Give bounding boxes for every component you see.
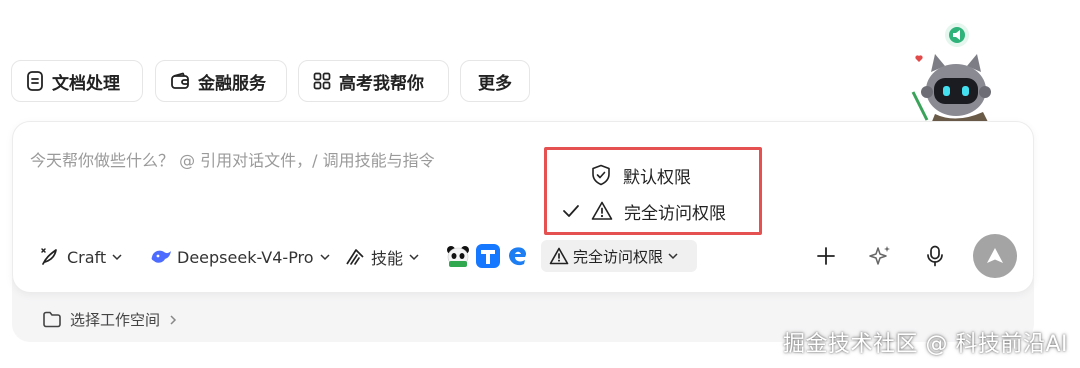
skills-icon	[346, 249, 364, 265]
send-arrow-icon	[987, 248, 1003, 263]
permission-label: 完全访问权限	[573, 247, 664, 266]
grid-icon	[313, 72, 331, 90]
send-button[interactable]	[973, 234, 1017, 278]
permission-menu: 默认权限 完全访问权限	[544, 147, 762, 235]
watermark: 掘金技术社区 @ 科技前沿AI	[782, 332, 1068, 357]
deepseek-whale-icon	[151, 250, 171, 263]
craft-icon	[41, 248, 57, 265]
folder-icon	[43, 311, 61, 328]
document-icon	[27, 71, 43, 91]
mode-label: Craft	[67, 247, 107, 267]
quick-action-more[interactable]: 更多	[460, 60, 530, 102]
composer-input[interactable]: 今天帮你做些什么？ @ 引用对话文件，/ 调用技能与指令	[30, 147, 435, 171]
chevron-right-icon	[170, 314, 177, 325]
chevron-down-icon	[668, 253, 678, 260]
panda-app-icon[interactable]	[446, 244, 470, 268]
quick-action-gaokao[interactable]: 高考我帮你	[298, 60, 449, 102]
quick-action-label: 金融服务	[198, 73, 266, 94]
quick-action-label: 文档处理	[52, 73, 120, 94]
warning-icon	[591, 201, 613, 220]
plus-icon	[817, 247, 835, 265]
menu-item-full-access[interactable]: 完全访问权限	[547, 196, 726, 226]
permission-selector[interactable]: 完全访问权限	[541, 240, 697, 272]
menu-item-label: 默认权限	[623, 167, 691, 188]
voice-input-button[interactable]	[917, 238, 953, 274]
blue-swirl-app-icon[interactable]	[506, 244, 530, 268]
menu-item-label: 完全访问权限	[624, 203, 726, 224]
quick-action-finance[interactable]: 金融服务	[155, 60, 287, 102]
workspace-label: 选择工作空间	[70, 311, 161, 329]
microphone-icon	[927, 245, 943, 267]
model-selector[interactable]: Deepseek-V4-Pro	[150, 241, 331, 273]
menu-item-default-permission[interactable]: 默认权限	[547, 160, 691, 190]
skills-label: 技能	[371, 249, 404, 268]
wallet-icon	[171, 72, 189, 89]
checkmark-icon	[563, 205, 579, 217]
quick-action-document[interactable]: 文档处理	[11, 60, 143, 102]
skills-selector[interactable]: 技能	[344, 241, 420, 273]
robot-mascot-image	[911, 23, 991, 124]
warning-icon	[549, 247, 569, 265]
quick-action-label: 更多	[478, 73, 512, 94]
chevron-down-icon	[409, 254, 419, 261]
mode-selector[interactable]: Craft	[40, 241, 123, 273]
enhance-prompt-button[interactable]	[862, 238, 898, 274]
chevron-down-icon	[112, 254, 122, 261]
shield-check-icon	[592, 164, 610, 186]
chevron-down-icon	[320, 254, 330, 261]
sparkle-icon	[869, 246, 890, 265]
workspace-selector[interactable]: 选择工作空间	[42, 309, 178, 330]
model-label: Deepseek-V4-Pro	[177, 247, 314, 267]
blue-t-app-icon[interactable]	[476, 244, 500, 268]
add-button[interactable]	[808, 238, 844, 274]
quick-action-label: 高考我帮你	[339, 73, 424, 94]
